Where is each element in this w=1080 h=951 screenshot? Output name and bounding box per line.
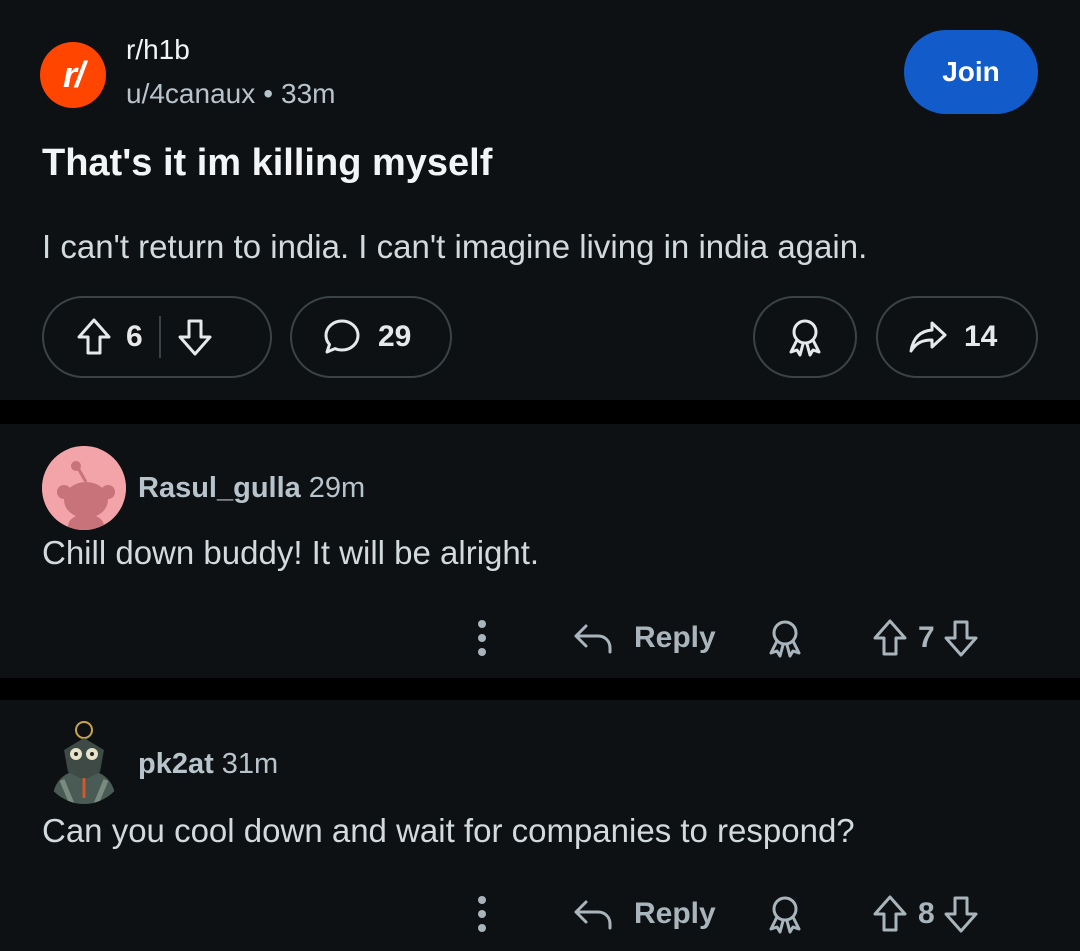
- comment-time: 31m: [221, 748, 279, 780]
- custom-avatar-icon: [42, 720, 126, 804]
- comment-actions: Reply 7: [470, 608, 1010, 668]
- share-button[interactable]: 14: [876, 296, 1038, 378]
- comment-count: 29: [378, 320, 412, 353]
- join-button[interactable]: Join: [904, 30, 1038, 114]
- subreddit-name[interactable]: r/h1b: [126, 34, 190, 66]
- reply-icon: [572, 620, 614, 656]
- reply-icon: [572, 896, 614, 932]
- comment-time: 29m: [308, 472, 366, 504]
- comment-meta: pk2at 31m: [138, 748, 278, 781]
- subreddit-icon[interactable]: r/: [40, 42, 106, 108]
- upvote-icon[interactable]: [872, 618, 908, 658]
- vote-count: 7: [918, 621, 935, 654]
- post-body[interactable]: I can't return to india. I can't imagine…: [42, 228, 867, 266]
- award-button[interactable]: [753, 296, 857, 378]
- comment-vote: 8: [872, 884, 979, 944]
- downvote-icon[interactable]: [943, 618, 979, 658]
- reply-label: Reply: [634, 897, 716, 930]
- comment: pk2at 31m Can you cool down and wait for …: [0, 700, 1080, 951]
- comment-meta: Rasul_gulla 29m: [138, 472, 365, 505]
- post-author[interactable]: u/4canaux: [126, 78, 255, 109]
- post-meta: u/4canaux • 33m: [126, 78, 336, 110]
- post-time: 33m: [281, 78, 336, 109]
- comment-author[interactable]: Rasul_gulla: [138, 472, 301, 504]
- upvote-icon[interactable]: [76, 317, 112, 357]
- snoo-icon: [42, 446, 126, 530]
- vote-divider: [158, 316, 161, 358]
- comment-icon: [322, 317, 362, 357]
- upvote-count: 6: [126, 320, 143, 353]
- more-icon[interactable]: [476, 608, 488, 668]
- comment: Rasul_gulla 29m Chill down buddy! It will…: [0, 424, 1080, 678]
- comments-button[interactable]: 29: [290, 296, 452, 378]
- share-icon: [908, 319, 948, 355]
- reply-label: Reply: [634, 621, 716, 654]
- comment-vote: 7: [872, 608, 979, 668]
- share-count: 14: [964, 320, 998, 353]
- vote-count: 8: [918, 897, 935, 930]
- reply-button[interactable]: Reply: [572, 608, 716, 668]
- avatar[interactable]: [42, 720, 126, 804]
- comment-body: Chill down buddy! It will be alright.: [42, 534, 540, 571]
- reply-button[interactable]: Reply: [572, 884, 716, 944]
- more-icon[interactable]: [476, 884, 488, 944]
- upvote-icon[interactable]: [872, 894, 908, 934]
- downvote-icon[interactable]: [177, 317, 213, 357]
- downvote-icon[interactable]: [943, 894, 979, 934]
- comment-body: Can you cool down and wait for companies…: [42, 812, 855, 849]
- comment-author[interactable]: pk2at: [138, 748, 214, 780]
- post-title[interactable]: That's it im killing myself: [42, 142, 492, 185]
- meta-separator: •: [263, 78, 274, 109]
- award-icon: [786, 317, 824, 357]
- award-icon[interactable]: [766, 884, 804, 944]
- post-card: r/ r/h1b u/4canaux • 33m Join That's it im…: [0, 0, 1080, 400]
- avatar[interactable]: [42, 446, 126, 530]
- comment-actions: Reply 8: [470, 884, 1010, 944]
- award-icon[interactable]: [766, 608, 804, 668]
- vote-bar: 6: [42, 296, 272, 378]
